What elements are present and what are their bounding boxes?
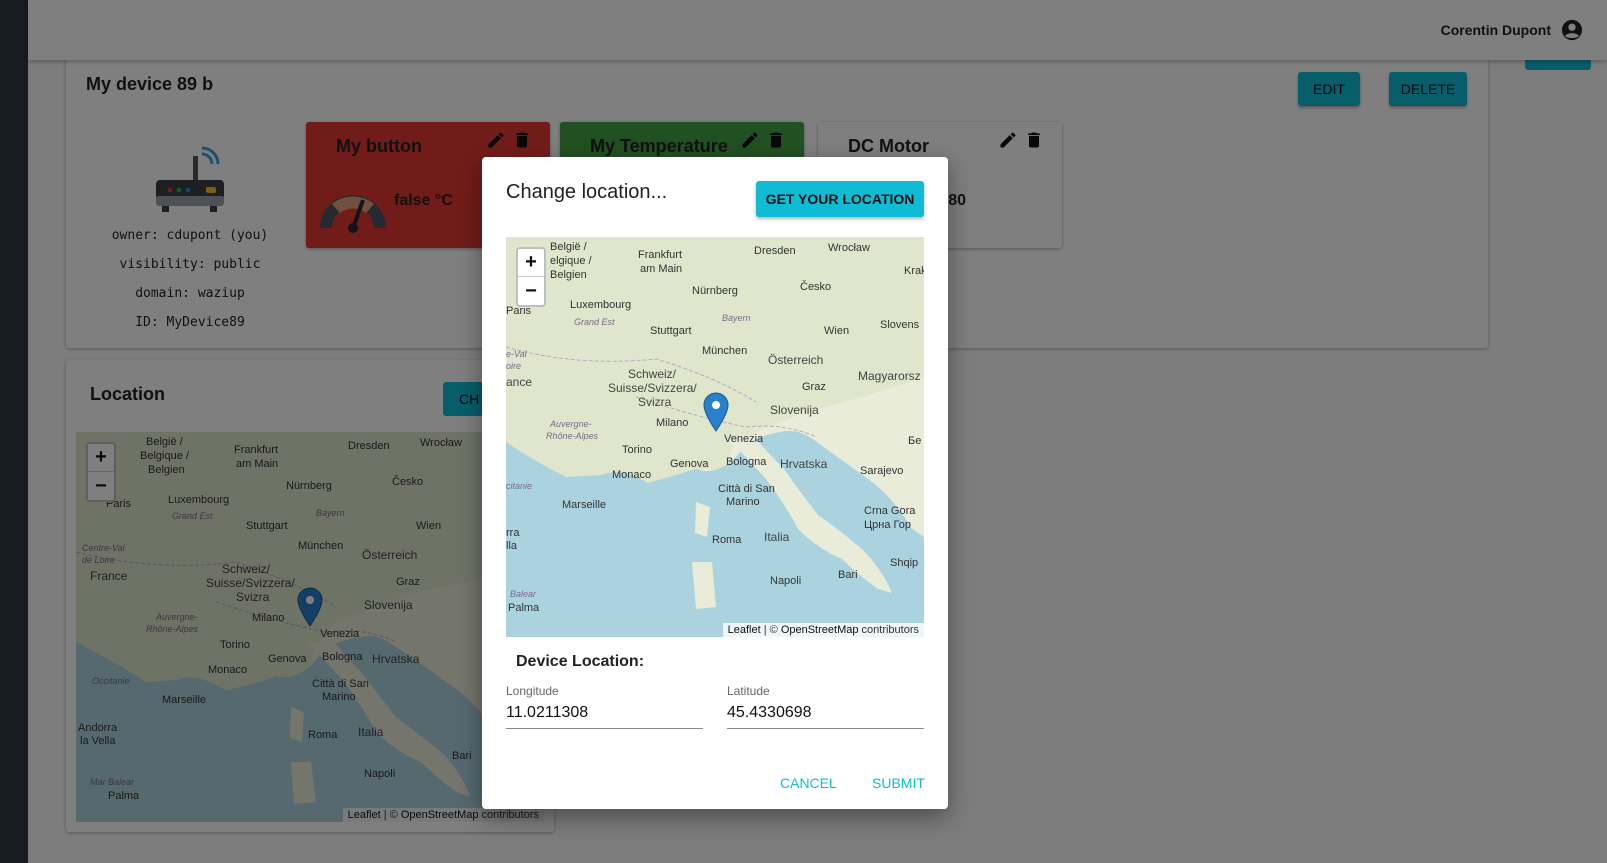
map-attribution: Leaflet | © OpenStreetMap contributors	[722, 623, 924, 637]
dialog-title: Change location...	[506, 181, 668, 203]
latitude-input[interactable]: 45.4330698	[727, 704, 924, 729]
change-location-dialog: Change location... GET YOUR LOCATION Bel…	[482, 157, 948, 809]
submit-button[interactable]: SUBMIT	[872, 775, 925, 791]
longitude-label: Longitude	[506, 684, 559, 698]
attribution-tail: contributors	[858, 624, 919, 636]
attribution-separator: | ©	[760, 624, 781, 636]
dialog-map[interactable]: België / elgique / Belgien Frankfurt am …	[506, 237, 924, 637]
latitude-field[interactable]: Latitude 45.4330698	[727, 684, 924, 729]
device-location-label: Device Location:	[516, 653, 645, 670]
get-your-location-button[interactable]: GET YOUR LOCATION	[756, 181, 924, 217]
osm-link[interactable]: OpenStreetMap	[781, 624, 859, 636]
map-marker-icon[interactable]	[703, 392, 729, 432]
leaflet-link[interactable]: Leaflet	[728, 624, 761, 636]
longitude-field[interactable]: Longitude 11.0211308	[506, 684, 703, 729]
zoom-in-button[interactable]: +	[518, 249, 544, 277]
map-zoom-control: + −	[516, 247, 546, 307]
longitude-input[interactable]: 11.0211308	[506, 704, 703, 729]
zoom-out-button[interactable]: −	[518, 277, 544, 305]
cancel-button[interactable]: CANCEL	[780, 775, 837, 791]
latitude-label: Latitude	[727, 684, 770, 698]
